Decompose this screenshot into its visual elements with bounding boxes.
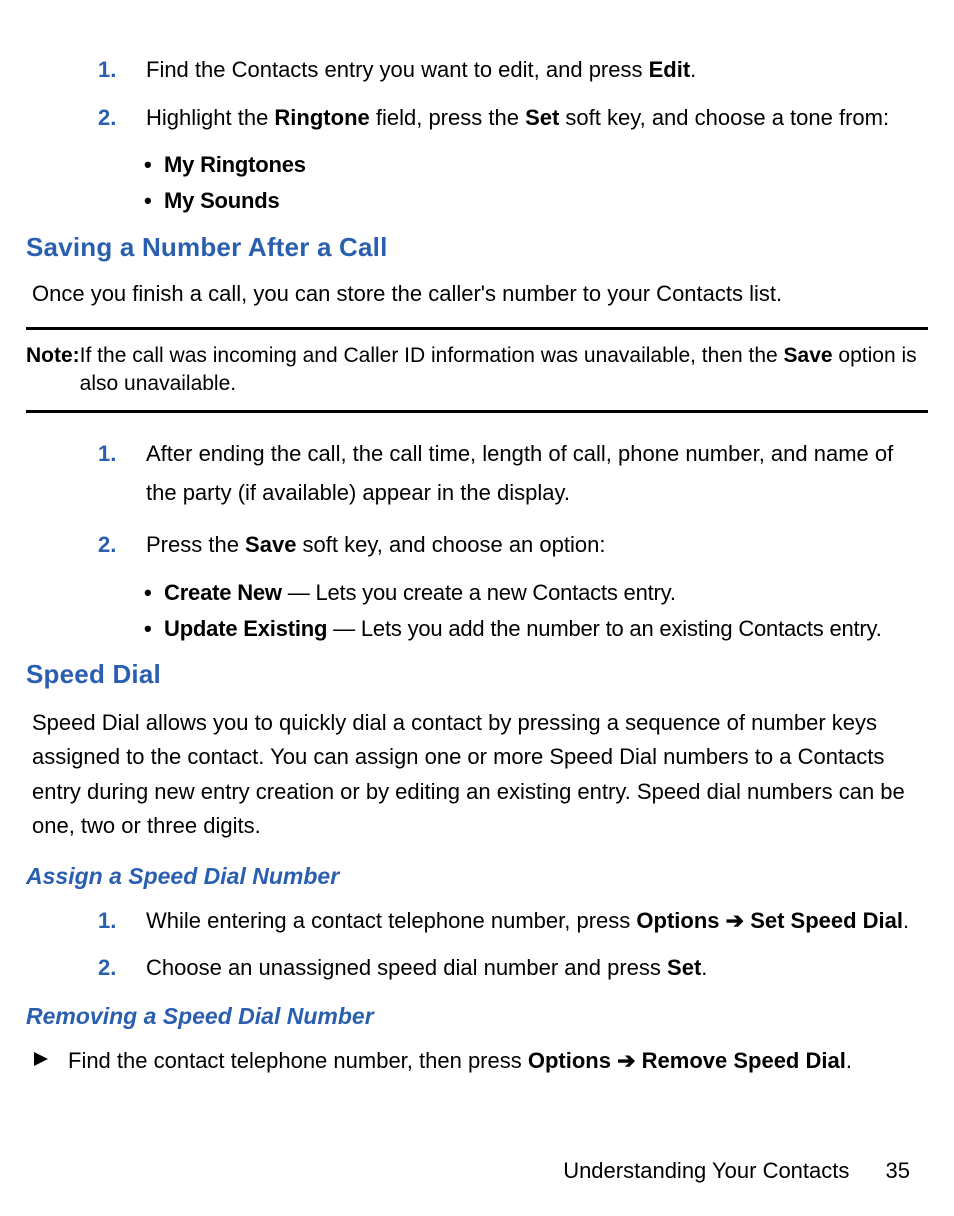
speed-paragraph: Speed Dial allows you to quickly dial a … <box>32 706 928 842</box>
step-body: While entering a contact telephone numbe… <box>146 906 928 936</box>
bold-save: Save <box>245 532 296 557</box>
bold-set-speed-dial: Set Speed Dial <box>750 908 903 933</box>
text: Press the <box>146 532 245 557</box>
bullet-update-existing: • Update Existing — Lets you add the num… <box>144 614 928 644</box>
step-number: 1. <box>98 435 146 512</box>
bold-save: Save <box>784 344 833 367</box>
bullet-create-new: • Create New — Lets you create a new Con… <box>144 578 928 608</box>
text: Choose an unassigned speed dial number a… <box>146 955 667 980</box>
bullet-body: Update Existing — Lets you add the numbe… <box>164 614 882 644</box>
text: . <box>701 955 707 980</box>
bold-set: Set <box>667 955 701 980</box>
bullet-my-ringtones: • My Ringtones <box>144 150 928 180</box>
text: Highlight the <box>146 105 274 130</box>
remove-body: Find the contact telephone number, then … <box>68 1046 852 1076</box>
step-body: Press the Save soft key, and choose an o… <box>146 530 928 560</box>
bullet-icon: • <box>144 614 164 644</box>
bullet-label: My Ringtones <box>164 150 306 180</box>
text: While entering a contact telephone numbe… <box>146 908 636 933</box>
triangle-icon <box>32 1046 68 1076</box>
bullet-my-sounds: • My Sounds <box>144 186 928 216</box>
arrow-icon: ➔ <box>611 1048 642 1073</box>
bold-options: Options <box>636 908 719 933</box>
heading-remove-speed-dial: Removing a Speed Dial Number <box>26 1001 928 1032</box>
arrow-icon: ➔ <box>720 908 751 933</box>
heading-speed-dial: Speed Dial <box>26 657 928 692</box>
step-number: 2. <box>98 530 146 560</box>
text: soft key, and choose an option: <box>296 532 605 557</box>
text: . <box>903 908 909 933</box>
step-body: Choose an unassigned speed dial number a… <box>146 953 928 983</box>
step-body: After ending the call, the call time, le… <box>146 435 928 512</box>
bullet-label: My Sounds <box>164 186 280 216</box>
step-number: 1. <box>98 55 146 85</box>
step-body: Highlight the Ringtone field, press the … <box>146 103 928 133</box>
bold-options: Options <box>528 1048 611 1073</box>
footer-page-number: 35 <box>886 1156 910 1186</box>
top-steps: 1. Find the Contacts entry you want to e… <box>98 55 928 216</box>
step-1: 1. While entering a contact telephone nu… <box>98 906 928 936</box>
remove-step: Find the contact telephone number, then … <box>32 1046 928 1076</box>
saving-steps: 1. After ending the call, the call time,… <box>98 435 928 643</box>
footer-section: Understanding Your Contacts <box>563 1158 849 1183</box>
text: Find the Contacts entry you want to edit… <box>146 57 649 82</box>
step-number: 1. <box>98 906 146 936</box>
step-2: 2. Highlight the Ringtone field, press t… <box>98 103 928 133</box>
step-2: 2. Choose an unassigned speed dial numbe… <box>98 953 928 983</box>
note-body: If the call was incoming and Caller ID i… <box>80 342 928 399</box>
step-number: 2. <box>98 103 146 133</box>
assign-steps: 1. While entering a contact telephone nu… <box>98 906 928 983</box>
text: soft key, and choose a tone from: <box>559 105 889 130</box>
step-1: 1. Find the Contacts entry you want to e… <box>98 55 928 85</box>
bullet-body: Create New — Lets you create a new Conta… <box>164 578 676 608</box>
step-2: 2. Press the Save soft key, and choose a… <box>98 530 928 560</box>
heading-assign-speed-dial: Assign a Speed Dial Number <box>26 861 928 892</box>
text: field, press the <box>370 105 525 130</box>
heading-saving-number: Saving a Number After a Call <box>26 230 928 265</box>
step-1: 1. After ending the call, the call time,… <box>98 435 928 512</box>
bold-remove-speed-dial: Remove Speed Dial <box>642 1048 846 1073</box>
bullet-icon: • <box>144 186 164 216</box>
note-label: Note: <box>26 342 80 399</box>
text: — Lets you create a new Contacts entry. <box>282 580 676 605</box>
bold-update-existing: Update Existing <box>164 616 327 641</box>
bullet-icon: • <box>144 150 164 180</box>
bold-edit: Edit <box>649 57 691 82</box>
text: . <box>846 1048 852 1073</box>
text: . <box>690 57 696 82</box>
saving-paragraph: Once you finish a call, you can store th… <box>32 279 928 309</box>
bold-create-new: Create New <box>164 580 282 605</box>
text: Find the contact telephone number, then … <box>68 1048 528 1073</box>
bullet-icon: • <box>144 578 164 608</box>
text: If the call was incoming and Caller ID i… <box>80 344 784 367</box>
text: — Lets you add the number to an existing… <box>327 616 881 641</box>
step-body: Find the Contacts entry you want to edit… <box>146 55 928 85</box>
note-block: Note: If the call was incoming and Calle… <box>26 327 928 414</box>
step-number: 2. <box>98 953 146 983</box>
bold-set: Set <box>525 105 559 130</box>
bold-ringtone: Ringtone <box>274 105 369 130</box>
page-footer: Understanding Your Contacts 35 <box>26 1156 928 1186</box>
